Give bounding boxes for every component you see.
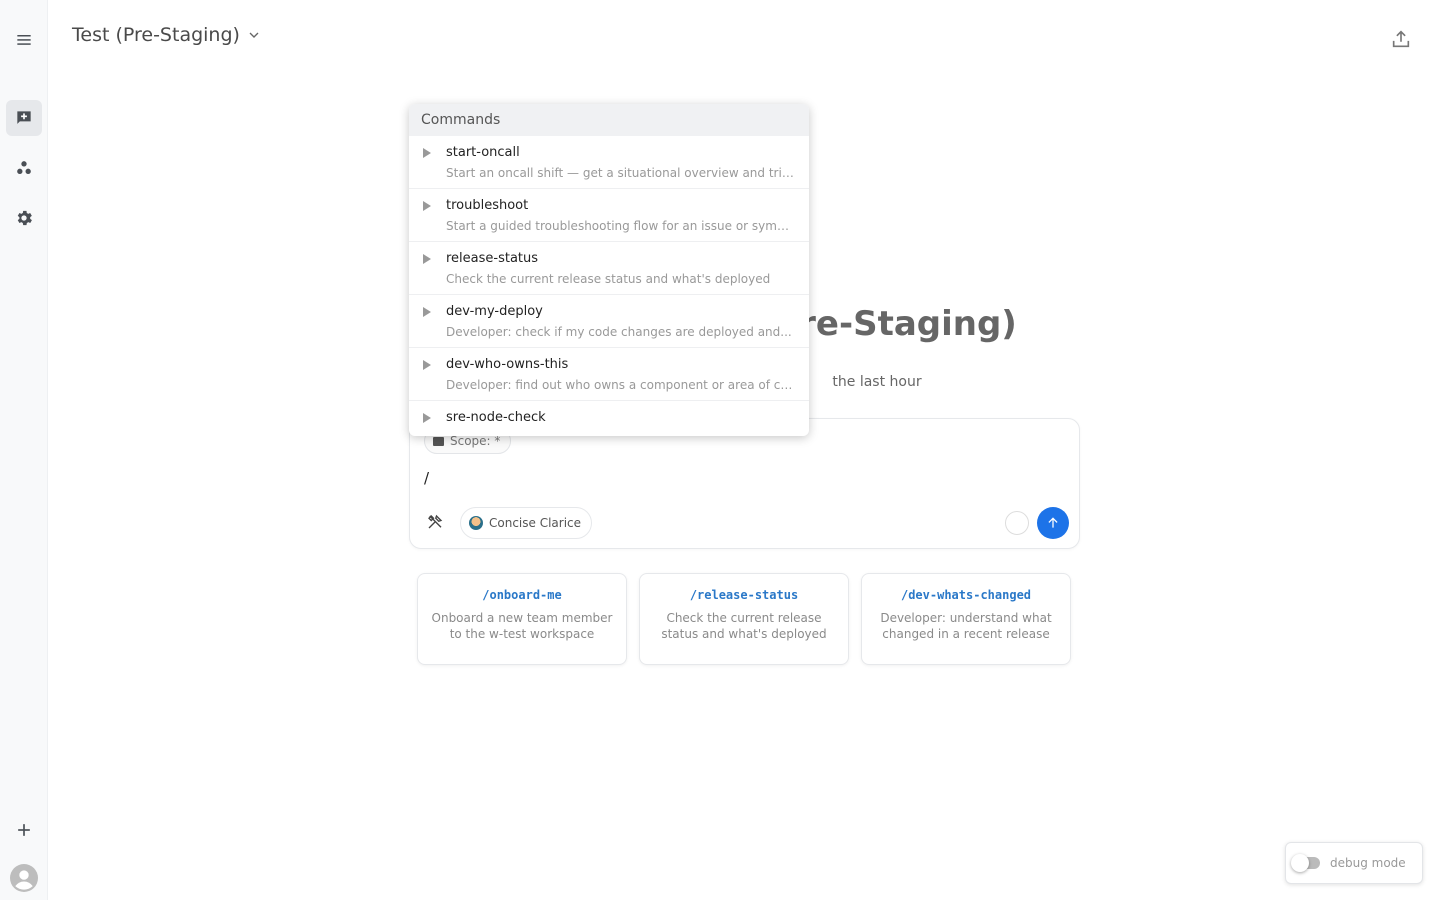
- toggle-knob: [1291, 854, 1309, 872]
- suggestion-cards: /onboard-me Onboard a new team member to…: [417, 573, 1071, 665]
- hamburger-icon: [17, 35, 31, 45]
- add-workspace-button[interactable]: [6, 812, 42, 848]
- play-icon: [423, 413, 431, 423]
- debug-mode-label: debug mode: [1330, 856, 1406, 870]
- add-comment-icon: [17, 111, 31, 124]
- command-item-dev-my-deploy[interactable]: dev-my-deploy Developer: check if my cod…: [409, 295, 809, 348]
- command-item-dev-who-owns-this[interactable]: dev-who-owns-this Developer: find out wh…: [409, 348, 809, 401]
- command-description: Developer: check if my code changes are …: [446, 325, 792, 339]
- workspace-title: Test (Pre-Staging): [72, 24, 240, 46]
- command-description: Check the current release status and wha…: [446, 272, 771, 286]
- export-button[interactable]: [1390, 28, 1412, 50]
- progress-indicator: [1005, 511, 1029, 535]
- command-item-start-oncall[interactable]: start-oncall Start an oncall shift — get…: [409, 136, 809, 189]
- agent-avatar: [469, 516, 483, 530]
- tools-button[interactable]: [426, 513, 448, 535]
- scope-label: Scope: *: [450, 434, 501, 448]
- popover-header: Commands: [409, 104, 809, 136]
- command-name: troubleshoot: [446, 198, 529, 213]
- suggestion-description: Onboard a new team member to the w-test …: [431, 611, 613, 641]
- suggestion-description: Check the current release status and wha…: [661, 611, 827, 641]
- command-description: Developer: find out who owns a component…: [446, 378, 796, 392]
- arrow-up-icon: [1048, 517, 1058, 528]
- plus-icon: [18, 824, 30, 836]
- new-chat-button[interactable]: [6, 100, 42, 136]
- play-icon: [423, 307, 431, 317]
- play-icon: [423, 148, 431, 158]
- account-circle-icon: [10, 864, 38, 892]
- suggestion-card-dev-whats-changed[interactable]: /dev-whats-changed Developer: understand…: [861, 573, 1071, 665]
- command-name: start-oncall: [446, 145, 520, 160]
- command-name: release-status: [446, 251, 539, 266]
- play-icon: [423, 254, 431, 264]
- group-icon: [17, 161, 31, 174]
- suggestion-command: /dev-whats-changed: [900, 588, 1032, 602]
- suggestion-card-release-status[interactable]: /release-status Check the current releas…: [639, 573, 849, 665]
- message-input[interactable]: [424, 469, 1064, 487]
- suggestion-card-onboard-me[interactable]: /onboard-me Onboard a new team member to…: [417, 573, 627, 665]
- suggestion-description: Developer: understand what changed in a …: [880, 611, 1052, 641]
- agent-name: Concise Clarice: [489, 516, 582, 530]
- menu-button[interactable]: [6, 22, 42, 58]
- commands-popover: Commands start-oncall Start an oncall sh…: [409, 104, 809, 436]
- workspace-selector[interactable]: Test (Pre-Staging): [72, 24, 262, 46]
- upload-icon: [1392, 30, 1410, 48]
- suggestion-command: /onboard-me: [482, 588, 562, 602]
- debug-mode-toggle[interactable]: [1291, 854, 1320, 872]
- command-description: Start a guided troubleshooting flow for …: [446, 219, 796, 233]
- command-description: Start an oncall shift — get a situationa…: [446, 166, 796, 180]
- settings-button[interactable]: [6, 200, 42, 236]
- chevron-down-icon: [249, 32, 259, 38]
- command-name: dev-who-owns-this: [446, 357, 569, 372]
- debug-mode-panel: debug mode: [1285, 842, 1423, 884]
- suggestion-command: /release-status: [689, 588, 799, 602]
- folder-icon: [433, 436, 444, 446]
- workspaces-button[interactable]: [6, 150, 42, 186]
- command-item-troubleshoot[interactable]: troubleshoot Start a guided troubleshoot…: [409, 189, 809, 242]
- gear-icon: [17, 210, 32, 226]
- user-avatar-button[interactable]: [6, 860, 42, 896]
- left-rail: [0, 0, 48, 900]
- tools-icon: [428, 514, 443, 529]
- command-name: dev-my-deploy: [446, 304, 543, 319]
- command-item-sre-node-check[interactable]: sre-node-check: [409, 401, 809, 436]
- command-item-release-status[interactable]: release-status Check the current release…: [409, 242, 809, 295]
- chat-composer: Scope: * Concise Clarice: [409, 418, 1080, 549]
- agent-selector[interactable]: Concise Clarice: [460, 507, 593, 539]
- send-button[interactable]: [1037, 507, 1069, 539]
- command-name: sre-node-check: [446, 410, 546, 425]
- play-icon: [423, 360, 431, 370]
- play-icon: [423, 201, 431, 211]
